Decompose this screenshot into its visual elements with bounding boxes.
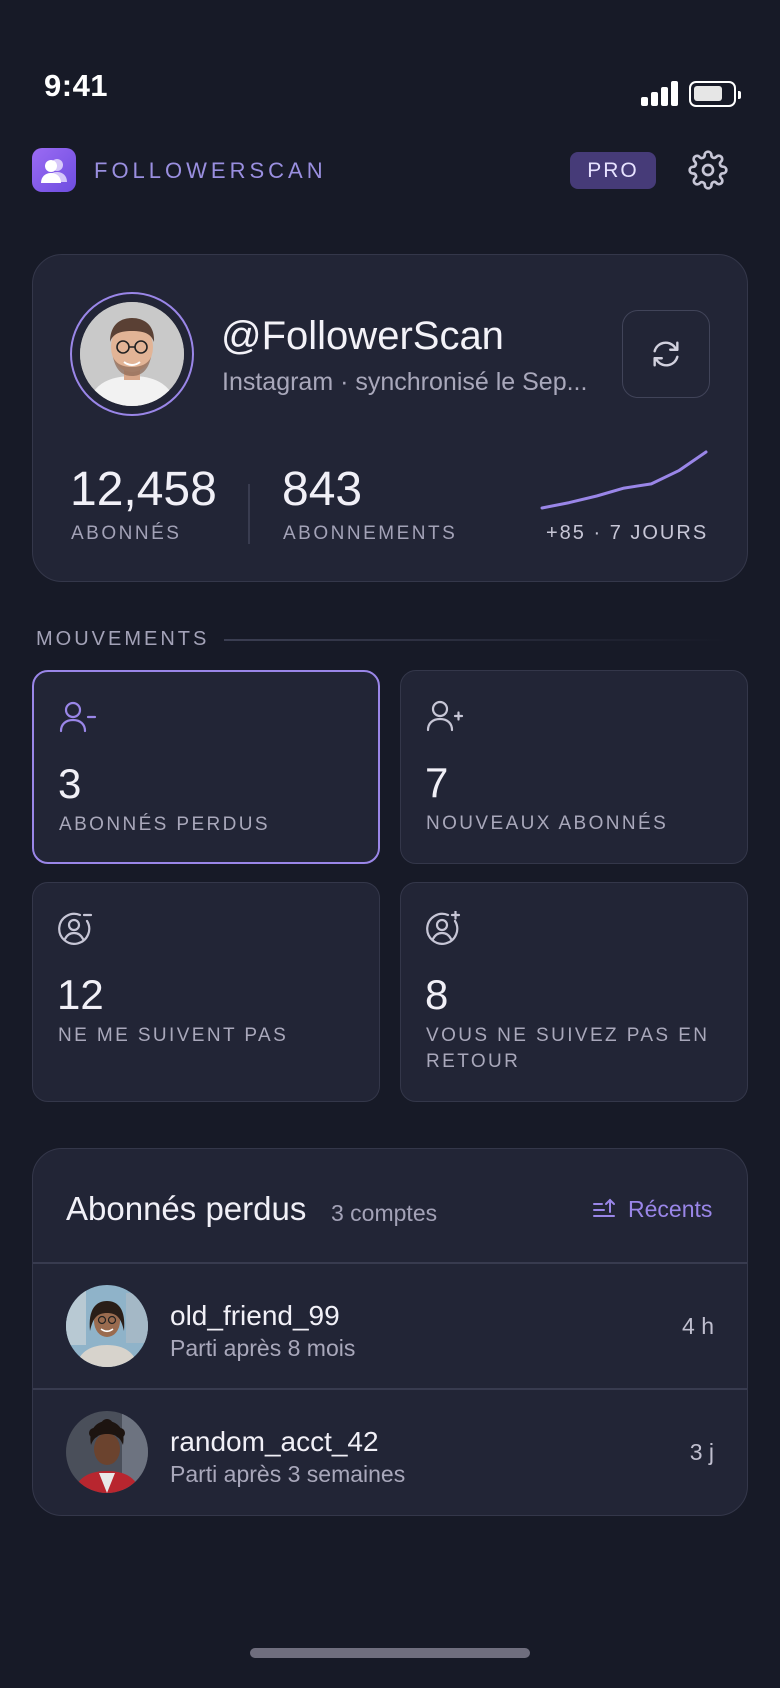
tile-label: NE ME SUIVENT PAS xyxy=(58,1025,289,1046)
tile-not-following-back[interactable]: 12 NE ME SUIVENT PAS xyxy=(32,882,380,1102)
followers-label: ABONNÉS xyxy=(71,523,182,544)
trend-label: +85 · 7 JOURS xyxy=(546,522,709,544)
settings-gear-icon[interactable] xyxy=(688,150,728,190)
following-label: ABONNEMENTS xyxy=(283,523,458,544)
avatar xyxy=(66,1411,148,1493)
sort-icon xyxy=(593,1198,615,1217)
user-circle-plus-icon xyxy=(426,911,461,945)
row-detail: Parti après 8 mois xyxy=(170,1335,356,1361)
signal-icon xyxy=(641,80,679,106)
list-item[interactable]: old_friend_99 Parti après 8 mois 4 h xyxy=(33,1264,747,1388)
follower-sparkline xyxy=(540,450,708,510)
list-item[interactable]: random_acct_42 Parti après 3 semaines 3 … xyxy=(33,1390,747,1514)
tile-value: 8 xyxy=(425,971,449,1018)
tile-value: 3 xyxy=(58,760,82,807)
status-time: 9:41 xyxy=(44,68,109,103)
tile-you-dont-follow-back[interactable]: 8 VOUS NE SUIVEZ PAS EN RETOUR xyxy=(400,882,748,1102)
followers-count: 12,458 xyxy=(70,463,217,516)
section-divider xyxy=(224,639,728,641)
app-logo-icon xyxy=(32,148,76,192)
row-time: 4 h xyxy=(682,1313,714,1339)
tile-value: 7 xyxy=(425,759,449,806)
user-minus-icon xyxy=(59,701,97,733)
profile-subtitle: Instagram · synchronisé le Sep... xyxy=(222,368,588,396)
avatar xyxy=(66,1285,148,1367)
refresh-icon xyxy=(653,341,679,367)
row-username: random_acct_42 xyxy=(170,1426,379,1457)
tile-label: VOUS NE SUIVEZ PAS EN RETOUR xyxy=(426,1025,710,1072)
row-time: 3 j xyxy=(689,1439,714,1465)
tile-new-followers[interactable]: 7 NOUVEAUX ABONNÉS xyxy=(400,670,748,864)
following-count: 843 xyxy=(282,463,363,516)
row-username: old_friend_99 xyxy=(170,1300,340,1331)
tile-label: ABONNÉS PERDUS xyxy=(59,814,270,835)
section-title-movements: MOUVEMENTS xyxy=(36,628,210,650)
user-circle-minus-icon xyxy=(58,912,93,945)
list-title: Abonnés perdus xyxy=(66,1190,307,1227)
user-plus-icon xyxy=(426,700,464,732)
home-indicator[interactable] xyxy=(250,1648,530,1658)
sort-button[interactable]: Récents xyxy=(592,1194,712,1224)
brand-name: FOLLOWERSCAN xyxy=(94,158,327,183)
tile-value: 12 xyxy=(57,971,104,1018)
battery-icon xyxy=(689,81,741,107)
list-count: 3 comptes xyxy=(331,1200,438,1226)
refresh-button[interactable] xyxy=(622,310,710,398)
profile-avatar xyxy=(70,292,194,416)
pro-badge[interactable]: PRO xyxy=(570,152,656,189)
tile-lost-followers[interactable]: 3 ABONNÉS PERDUS xyxy=(32,670,380,864)
stats-divider xyxy=(248,484,250,544)
sort-label: Récents xyxy=(628,1195,713,1222)
tile-label: NOUVEAUX ABONNÉS xyxy=(426,813,669,834)
profile-handle: @FollowerScan xyxy=(221,314,504,358)
row-detail: Parti après 3 semaines xyxy=(170,1461,406,1487)
